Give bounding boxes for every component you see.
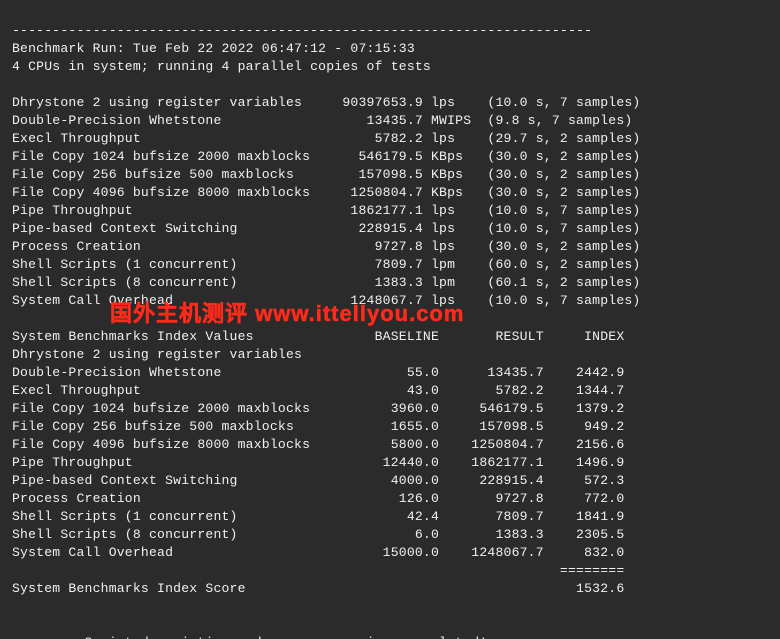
benchmark-index-table: System Benchmarks Index Values BASELINE …	[12, 329, 624, 560]
divider-top: ----------------------------------------…	[12, 23, 592, 38]
benchmark-results: Dhrystone 2 using register variables 903…	[12, 95, 641, 308]
terminal-output: ----------------------------------------…	[0, 0, 780, 639]
cpu-info-line: 4 CPUs in system; running 4 parallel cop…	[12, 59, 431, 74]
benchmark-run-line: Benchmark Run: Tue Feb 22 2022 06:47:12 …	[12, 41, 415, 56]
footer-line: ======== Script description and score co…	[12, 635, 560, 639]
benchmark-score: ======== System Benchmarks Index Score 1…	[12, 563, 624, 596]
